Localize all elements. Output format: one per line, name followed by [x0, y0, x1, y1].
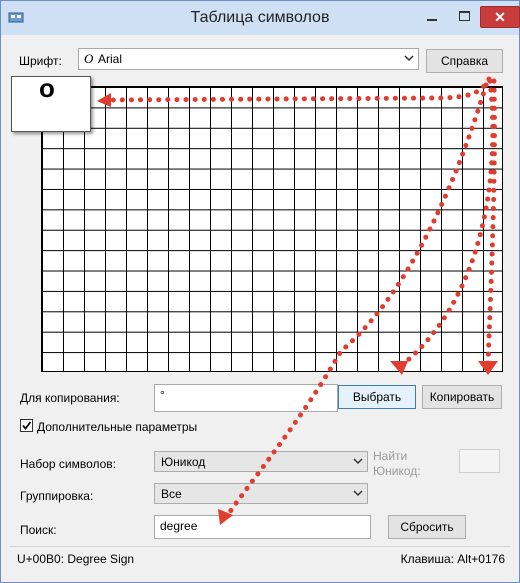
copy-field-value: °: [160, 388, 165, 402]
charset-value: Юникод: [161, 455, 206, 469]
preview-character: o: [39, 73, 55, 103]
character-grid[interactable]: [41, 86, 503, 372]
grouping-dropdown[interactable]: Все: [154, 483, 368, 504]
maximize-button[interactable]: [451, 6, 477, 26]
reset-button[interactable]: Сбросить: [388, 515, 466, 539]
minimize-button[interactable]: [419, 6, 445, 26]
font-label: Шрифт:: [19, 54, 62, 68]
minimize-icon: [427, 19, 437, 21]
help-button[interactable]: Справка: [426, 49, 503, 73]
advanced-view-label: Дополнительные параметры: [37, 420, 198, 434]
goto-unicode-field[interactable]: [459, 449, 500, 473]
copy-label: Для копирования:: [20, 391, 120, 405]
goto-unicode-label-line2: Юникод:: [373, 464, 421, 478]
chevron-down-icon: [404, 55, 414, 62]
font-dropdown[interactable]: O Arial: [78, 48, 419, 70]
grouping-value: Все: [161, 487, 182, 501]
charset-dropdown[interactable]: Юникод: [154, 451, 368, 472]
search-input[interactable]: degree: [154, 515, 371, 539]
close-icon: ✕: [494, 8, 506, 25]
status-keystroke: Клавиша: Alt+0176: [400, 552, 505, 566]
goto-unicode-label-line1: Найти: [373, 449, 408, 463]
advanced-view-checkbox[interactable]: [20, 419, 33, 432]
font-value: Arial: [98, 52, 123, 66]
checkmark-icon: [22, 421, 32, 430]
character-map-window: Таблица символов ✕ Шрифт: O Arial Справк…: [0, 0, 520, 583]
status-char-info: U+00B0: Degree Sign: [17, 552, 135, 566]
title-bar: Таблица символов ✕: [1, 1, 520, 35]
opentype-font-icon: O: [84, 51, 94, 66]
search-label: Поиск:: [20, 523, 57, 537]
charset-label: Набор символов:: [20, 457, 117, 471]
maximize-icon: [458, 11, 470, 21]
status-bar: U+00B0: Degree Sign Клавиша: Alt+0176: [9, 546, 511, 569]
select-button[interactable]: Выбрать: [338, 385, 416, 409]
copy-button[interactable]: Копировать: [422, 385, 502, 409]
character-preview: o: [11, 73, 91, 132]
characters-to-copy-field[interactable]: °: [154, 384, 338, 412]
search-value: degree: [160, 519, 198, 533]
chevron-down-icon: [353, 458, 363, 465]
chevron-down-icon: [353, 490, 363, 497]
grouping-label: Группировка:: [20, 489, 94, 503]
close-button[interactable]: ✕: [480, 6, 520, 28]
